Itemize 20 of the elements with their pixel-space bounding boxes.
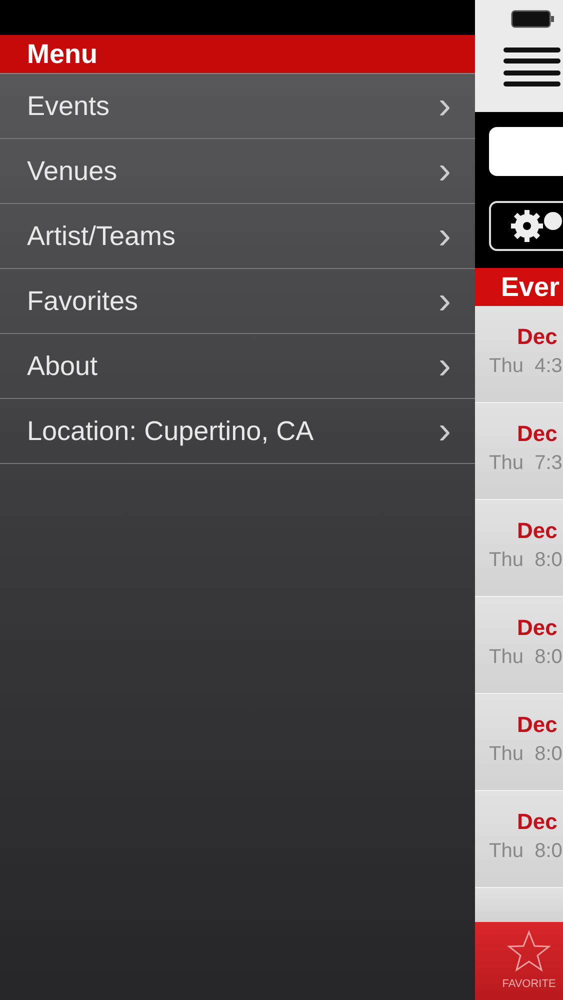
section-header: Ever <box>475 268 563 306</box>
event-row[interactable]: Dec Thu 8:0 <box>475 694 563 791</box>
event-row[interactable]: Dec Thu 8:0 <box>475 597 563 694</box>
settings-button[interactable] <box>489 201 563 251</box>
event-row[interactable]: Dec Thu 8:0 <box>475 791 563 888</box>
menu-icon[interactable] <box>503 46 561 88</box>
chevron-icon: › <box>438 412 451 450</box>
chevron-icon: › <box>438 87 451 125</box>
battery-icon <box>511 10 555 28</box>
event-row[interactable]: Dec Thu 8:0 <box>475 500 563 597</box>
menu-header: Menu <box>0 35 475 74</box>
event-row[interactable]: Dec Thu 7:3 <box>475 403 563 500</box>
chevron-icon: › <box>438 347 451 385</box>
chevron-icon: › <box>438 152 451 190</box>
star-icon[interactable] <box>507 930 551 972</box>
event-row[interactable]: Dec Thu 4:3 <box>475 306 563 403</box>
chevron-icon: › <box>438 282 451 320</box>
chevron-icon: › <box>438 217 451 255</box>
tab-bar: FAVORITE <box>475 922 563 1000</box>
search-field[interactable] <box>489 127 563 176</box>
